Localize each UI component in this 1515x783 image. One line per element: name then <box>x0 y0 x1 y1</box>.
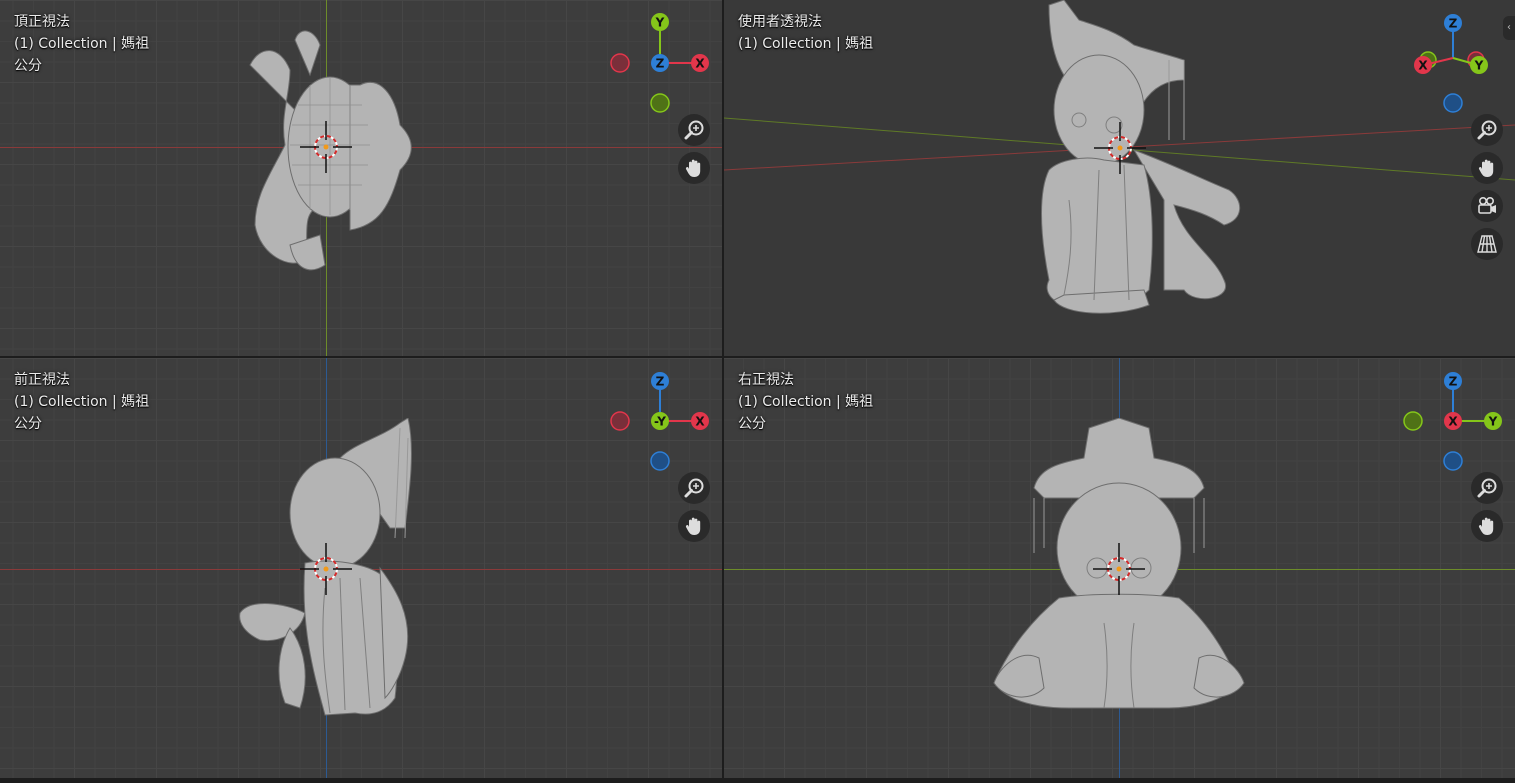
view-name: 前正視法 <box>14 372 70 388</box>
svg-text:-Y: -Y <box>654 415 666 429</box>
units-label: 公分 <box>14 58 42 74</box>
gizmo-neg-z[interactable] <box>650 451 670 471</box>
zoom-icon <box>684 478 704 498</box>
hand-pan-icon <box>1478 517 1494 535</box>
pan-button[interactable] <box>678 510 710 542</box>
zoom-icon <box>1477 478 1497 498</box>
viewport-top[interactable]: 頂正視法 (1) Collection | 媽祖 公分 Y X Z <box>0 0 722 356</box>
gizmo-z-axis[interactable]: Z <box>651 54 669 72</box>
navigation-gizmo[interactable]: Y X Z <box>605 8 715 118</box>
pan-button[interactable] <box>678 152 710 184</box>
collection-label: (1) Collection | 媽祖 <box>738 36 874 52</box>
gizmo-neg-y[interactable] <box>650 93 670 113</box>
viewport-header: 頂正視法 (1) Collection | 媽祖 公分 <box>14 11 149 77</box>
hand-pan-icon <box>685 159 701 177</box>
3d-cursor[interactable] <box>300 121 352 173</box>
sidebar-toggle-icon[interactable]: ‹ <box>1503 16 1515 40</box>
gizmo-y-axis[interactable]: Y <box>1484 412 1502 430</box>
zoom-button[interactable] <box>678 472 710 504</box>
units-label: 公分 <box>14 416 42 432</box>
zoom-icon <box>684 120 704 140</box>
gizmo-neg-z[interactable] <box>1443 93 1463 113</box>
3d-cursor[interactable] <box>1094 122 1146 174</box>
gizmo-z-axis[interactable]: Z <box>1444 372 1462 390</box>
viewport-header: 使用者透視法 (1) Collection | 媽祖 <box>738 11 873 55</box>
svg-text:X: X <box>695 57 705 71</box>
viewport-header: 右正視法 (1) Collection | 媽祖 公分 <box>738 369 873 435</box>
svg-text:X: X <box>1448 415 1458 429</box>
gizmo-neg-x[interactable] <box>610 411 630 431</box>
3d-cursor[interactable] <box>1093 543 1145 595</box>
hand-pan-icon <box>1478 159 1494 177</box>
svg-text:Y: Y <box>655 16 665 30</box>
viewport-header: 前正視法 (1) Collection | 媽祖 公分 <box>14 369 149 435</box>
collection-label: (1) Collection | 媽祖 <box>738 394 874 410</box>
hand-pan-icon <box>685 517 701 535</box>
navigation-gizmo[interactable]: Z X -Y <box>605 366 715 476</box>
collection-label: (1) Collection | 媽祖 <box>14 36 150 52</box>
gizmo-y-axis[interactable]: Y <box>651 13 669 31</box>
3d-cursor[interactable] <box>300 543 352 595</box>
view-name: 頂正視法 <box>14 14 70 30</box>
view-name: 使用者透視法 <box>738 14 822 30</box>
viewport-front[interactable]: 前正視法 (1) Collection | 媽祖 公分 Z X -Y <box>0 358 722 778</box>
gizmo-neg-y[interactable] <box>1403 411 1423 431</box>
zoom-button[interactable] <box>678 114 710 146</box>
gizmo-x-axis[interactable]: X <box>1414 56 1432 74</box>
grid-perspective-icon <box>1477 235 1497 253</box>
camera-icon <box>1478 196 1496 214</box>
svg-text:Y: Y <box>1474 59 1484 73</box>
navigation-gizmo[interactable]: Z X Y <box>1398 8 1508 118</box>
toggle-perspective-button[interactable] <box>1471 228 1503 260</box>
viewport-user-perspective[interactable]: 使用者透視法 (1) Collection | 媽祖 Z X Y ‹ <box>724 0 1515 356</box>
viewport-right[interactable]: 右正視法 (1) Collection | 媽祖 公分 Z Y X <box>724 358 1515 778</box>
navigation-gizmo[interactable]: Z Y X <box>1398 366 1508 476</box>
gizmo-x-axis[interactable]: X <box>691 412 709 430</box>
camera-view-button[interactable] <box>1471 190 1503 222</box>
view-name: 右正視法 <box>738 372 794 388</box>
gizmo-x-axis[interactable]: X <box>691 54 709 72</box>
zoom-button[interactable] <box>1471 472 1503 504</box>
svg-text:Z: Z <box>656 375 665 389</box>
units-label: 公分 <box>738 416 766 432</box>
collection-label: (1) Collection | 媽祖 <box>14 394 150 410</box>
pan-button[interactable] <box>1471 510 1503 542</box>
gizmo-x-axis[interactable]: X <box>1444 412 1462 430</box>
gizmo-z-axis[interactable]: Z <box>1444 14 1462 32</box>
svg-text:Y: Y <box>1488 415 1498 429</box>
gizmo-y-axis[interactable]: Y <box>1470 56 1488 74</box>
svg-text:Z: Z <box>656 57 665 71</box>
gizmo-neg-z[interactable] <box>1443 451 1463 471</box>
pan-button[interactable] <box>1471 152 1503 184</box>
svg-text:Z: Z <box>1449 17 1458 31</box>
status-strip <box>0 778 1515 783</box>
gizmo-neg-y-axis[interactable]: -Y <box>651 412 669 430</box>
zoom-button[interactable] <box>1471 114 1503 146</box>
svg-text:X: X <box>1418 59 1428 73</box>
zoom-icon <box>1477 120 1497 140</box>
svg-text:X: X <box>695 415 705 429</box>
gizmo-neg-x[interactable] <box>610 53 630 73</box>
svg-text:Z: Z <box>1449 375 1458 389</box>
gizmo-z-axis[interactable]: Z <box>651 372 669 390</box>
